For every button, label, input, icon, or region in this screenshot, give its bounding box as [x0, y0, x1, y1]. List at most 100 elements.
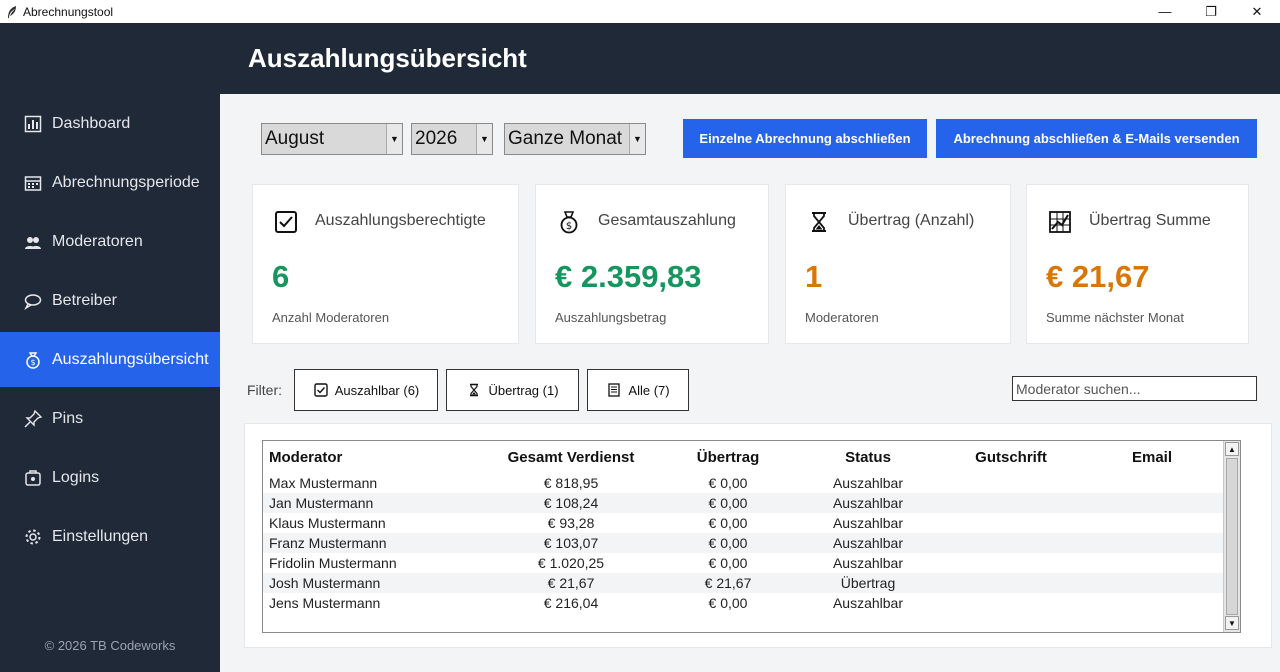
- svg-text:$: $: [30, 358, 35, 367]
- cell-moderator: Franz Mustermann: [269, 535, 387, 551]
- filter-button-label: Übertrag (1): [488, 382, 559, 398]
- card-title: Gesamtauszahlung: [598, 212, 736, 229]
- sidebar-item-label: Dashboard: [52, 114, 131, 132]
- table-row[interactable]: Fridolin Mustermann € 1.020,25 € 0,00 Au…: [263, 553, 1223, 573]
- filter-alle-button[interactable]: Alle (7): [587, 369, 689, 411]
- cell-status: Auszahlbar: [832, 515, 904, 531]
- money-bag-icon: $: [24, 351, 42, 369]
- month-select[interactable]: August ▼: [261, 123, 403, 155]
- main-content: August ▼ 2026 ▼ Ganze Monat ▼ Einzelne A…: [220, 94, 1280, 672]
- filter-auszahlbar-button[interactable]: Auszahlbar (6): [294, 369, 438, 411]
- page-title: Auszahlungsübersicht: [248, 43, 527, 73]
- sidebar-item-label: Auszahlungsübersicht: [52, 350, 209, 368]
- checkbox-icon: [273, 209, 299, 235]
- table-header: Moderator Gesamt Verdienst Übertrag Stat…: [263, 449, 1223, 471]
- search-input[interactable]: Moderator suchen...: [1012, 376, 1257, 401]
- cell-moderator: Jens Mustermann: [269, 595, 381, 611]
- cell-gesamt-verdienst: € 108,24: [543, 495, 599, 511]
- pin-icon: [24, 409, 42, 428]
- column-header-moderator[interactable]: Moderator: [269, 449, 342, 466]
- period-select[interactable]: Ganze Monat ▼: [504, 123, 646, 155]
- cell-uebertrag: € 0,00: [708, 595, 748, 611]
- sidebar-item-auszahlungsuebersicht[interactable]: $ Auszahlungsübersicht: [0, 332, 220, 387]
- filter-button-label: Auszahlbar (6): [334, 382, 420, 398]
- sidebar-item-label: Betreiber: [52, 291, 117, 309]
- cell-status: Auszahlbar: [832, 555, 904, 571]
- filter-label: Filter:: [247, 382, 282, 398]
- scroll-up-icon[interactable]: ▲: [1225, 442, 1239, 456]
- card-title: Auszahlungsberechtigte: [315, 212, 486, 229]
- cell-gesamt-verdienst: € 93,28: [547, 515, 595, 531]
- period-select-value: Ganze Monat: [508, 128, 623, 149]
- chevron-down-icon: ▼: [629, 124, 645, 154]
- table-row[interactable]: Max Mustermann € 818,95 € 0,00 Auszahlba…: [263, 473, 1223, 493]
- column-header-email[interactable]: Email: [1092, 449, 1212, 466]
- chevron-down-icon: ▼: [386, 124, 402, 154]
- maximize-button[interactable]: ❐: [1188, 0, 1234, 23]
- sidebar-item-pins[interactable]: Pins: [0, 391, 220, 446]
- cell-uebertrag: € 0,00: [708, 495, 748, 511]
- table-row[interactable]: Josh Mustermann € 21,67 € 21,67 Übertrag: [263, 573, 1223, 593]
- sidebar-item-logins[interactable]: Logins: [0, 450, 220, 505]
- login-icon: [24, 469, 42, 487]
- column-header-gesamt-verdienst[interactable]: Gesamt Verdienst: [503, 449, 639, 466]
- feather-icon: [5, 5, 19, 19]
- single-close-button[interactable]: Einzelne Abrechnung abschließen: [683, 119, 927, 158]
- column-header-uebertrag[interactable]: Übertrag: [668, 449, 788, 466]
- filter-uebertrag-button[interactable]: Übertrag (1): [446, 369, 579, 411]
- cell-moderator: Jan Mustermann: [269, 495, 374, 511]
- scrollbar-thumb[interactable]: [1226, 458, 1238, 615]
- window-titlebar: Abrechnungstool — ❐ ✕: [0, 0, 1280, 23]
- checkbox-icon: [313, 382, 329, 398]
- year-select[interactable]: 2026 ▼: [411, 123, 493, 155]
- card-value: € 2.359,83: [555, 259, 702, 294]
- window-controls: — ❐ ✕: [1142, 0, 1280, 23]
- money-bag-icon: $: [556, 209, 582, 235]
- column-header-status[interactable]: Status: [808, 449, 928, 466]
- cell-gesamt-verdienst: € 1.020,25: [537, 555, 605, 571]
- card-auszahlungsberechtigte: Auszahlungsberechtigte 6 Anzahl Moderato…: [252, 184, 519, 344]
- card-title: Übertrag Summe: [1089, 212, 1211, 229]
- card-subtitle: Summe nächster Monat: [1046, 310, 1185, 325]
- sidebar-item-moderatoren[interactable]: Moderatoren: [0, 214, 220, 269]
- table-row[interactable]: Jens Mustermann € 216,04 € 0,00 Auszahlb…: [263, 593, 1223, 613]
- table-row[interactable]: Jan Mustermann € 108,24 € 0,00 Auszahlba…: [263, 493, 1223, 513]
- minimize-button[interactable]: —: [1142, 0, 1188, 23]
- footer-copyright: © 2026 TB Codeworks: [44, 638, 176, 653]
- chat-bubble-icon: [24, 292, 42, 310]
- cell-gesamt-verdienst: € 216,04: [543, 595, 599, 611]
- cell-moderator: Josh Mustermann: [269, 575, 381, 591]
- cell-moderator: Klaus Mustermann: [269, 515, 386, 531]
- column-header-gutschrift[interactable]: Gutschrift: [951, 449, 1071, 466]
- calendar-icon: [24, 174, 42, 192]
- card-gesamtauszahlung: $ Gesamtauszahlung € 2.359,83 Auszahlung…: [535, 184, 769, 344]
- close-and-send-button[interactable]: Abrechnung abschließen & E-Mails versend…: [936, 119, 1257, 158]
- moderator-table[interactable]: Moderator Gesamt Verdienst Übertrag Stat…: [262, 440, 1241, 633]
- vertical-scrollbar[interactable]: ▲ ▼: [1223, 441, 1240, 632]
- cell-status: Auszahlbar: [832, 535, 904, 551]
- card-value: 6: [272, 259, 290, 294]
- card-value: € 21,67: [1046, 259, 1150, 294]
- cell-uebertrag: € 0,00: [708, 555, 748, 571]
- cell-moderator: Max Mustermann: [269, 475, 378, 491]
- sidebar-item-einstellungen[interactable]: Einstellungen: [0, 509, 220, 564]
- cell-status: Auszahlbar: [832, 495, 904, 511]
- bar-chart-icon: [24, 115, 42, 133]
- card-subtitle: Anzahl Moderatoren: [272, 310, 390, 325]
- gear-icon: [24, 528, 42, 546]
- sidebar-item-dashboard[interactable]: Dashboard: [0, 96, 220, 151]
- cell-status: Übertrag: [840, 575, 896, 591]
- card-uebertrag-summe: Übertrag Summe € 21,67 Summe nächster Mo…: [1026, 184, 1249, 344]
- page-header: Auszahlungsübersicht: [0, 23, 1280, 94]
- scroll-down-icon[interactable]: ▼: [1225, 616, 1239, 630]
- close-button[interactable]: ✕: [1234, 0, 1280, 23]
- hourglass-icon: [806, 209, 832, 235]
- table-row[interactable]: Klaus Mustermann € 93,28 € 0,00 Auszahlb…: [263, 513, 1223, 533]
- card-value: 1: [805, 259, 823, 294]
- filter-button-label: Alle (7): [628, 382, 670, 398]
- card-title: Übertrag (Anzahl): [848, 212, 975, 229]
- sidebar-item-betreiber[interactable]: Betreiber: [0, 273, 220, 328]
- sidebar-item-abrechnungsperiode[interactable]: Abrechnungsperiode: [0, 155, 220, 210]
- table-row[interactable]: Franz Mustermann € 103,07 € 0,00 Auszahl…: [263, 533, 1223, 553]
- svg-text:$: $: [566, 221, 572, 232]
